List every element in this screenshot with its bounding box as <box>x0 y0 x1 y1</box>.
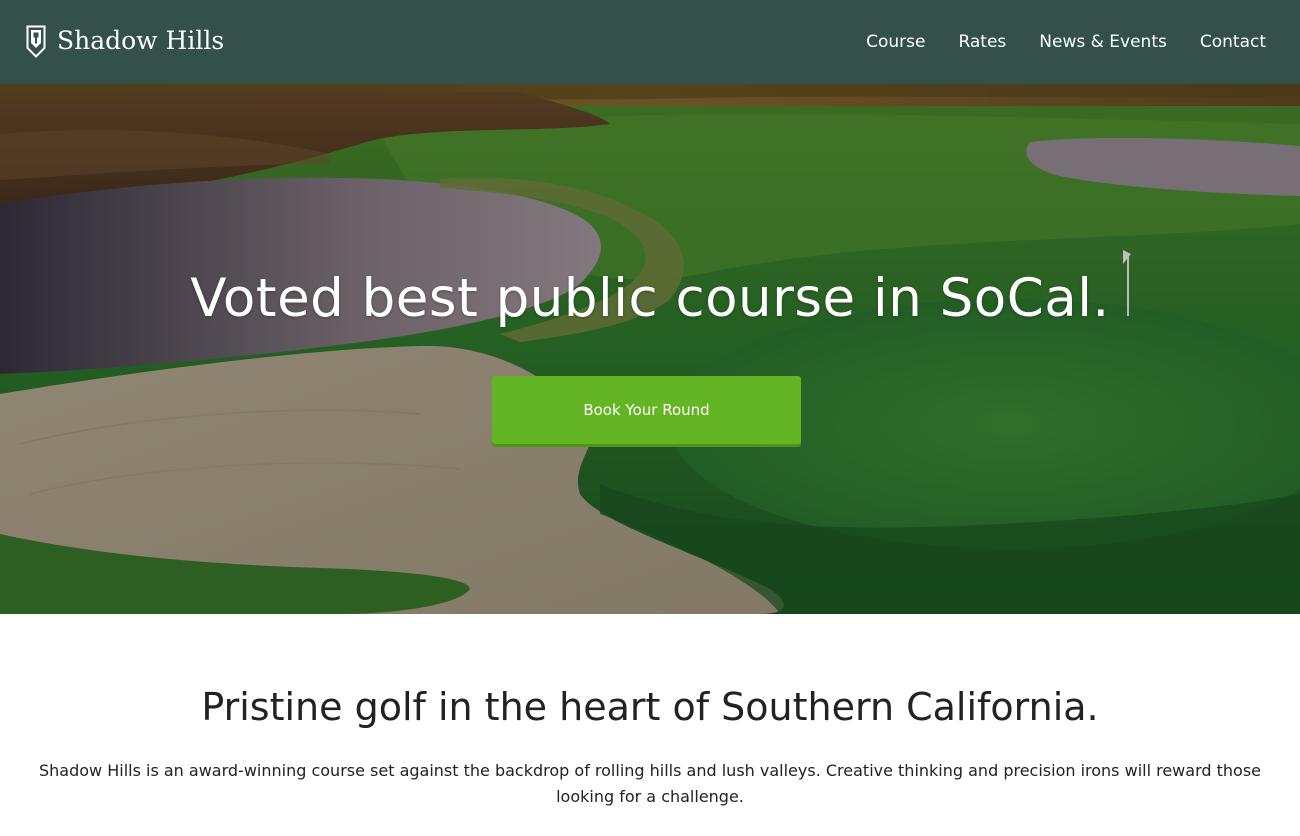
nav-link-news-events[interactable]: News & Events <box>1039 29 1167 55</box>
brand-name: Shadow Hills <box>57 26 225 55</box>
intro-text: Shadow Hills is an award-winning course … <box>39 761 1261 806</box>
brand-logo-link[interactable]: Shadow Hills <box>26 23 224 59</box>
main-nav: Course Rates News & Events Contact <box>833 29 1266 55</box>
intro-heading: Pristine golf in the heart of Southern C… <box>201 685 1099 729</box>
hero-heading: Voted best public course in SoCal. <box>190 268 1110 329</box>
site-header: Shadow Hills Course Rates News & Events … <box>0 0 1300 84</box>
nav-link-rates[interactable]: Rates <box>958 29 1006 55</box>
nav-link-contact[interactable]: Contact <box>1200 29 1266 55</box>
shield-crest-icon <box>26 25 46 58</box>
hero-golf-course-image <box>0 84 1300 614</box>
book-your-round-button[interactable]: Book Your Round <box>492 376 801 444</box>
hero-section: Voted best public course in SoCal. Book … <box>0 84 1300 614</box>
nav-link-course[interactable]: Course <box>866 29 925 55</box>
